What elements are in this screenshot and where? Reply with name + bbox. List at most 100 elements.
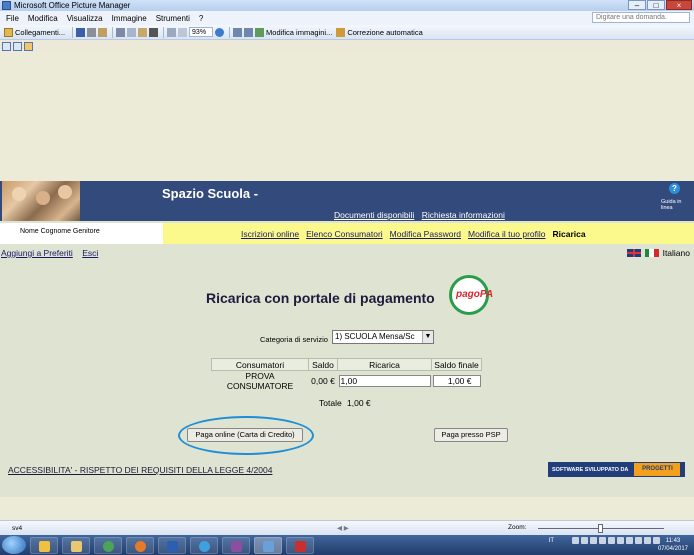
nav-change-password[interactable]: Modifica Password: [390, 229, 461, 239]
nav-consumers-list[interactable]: Elenco Consumatori: [306, 229, 383, 239]
tray-icon[interactable]: [572, 537, 579, 544]
thumbnail-view-icon[interactable]: [2, 41, 11, 51]
single-picture-view-icon[interactable]: [24, 41, 33, 51]
delete-icon[interactable]: [149, 27, 159, 37]
page-heading: Ricarica con portale di pagamento: [206, 290, 435, 306]
total-value: 1,00 €: [347, 398, 371, 408]
menu-file[interactable]: File: [6, 14, 19, 23]
undo-icon[interactable]: [167, 27, 177, 37]
menu-strumenti[interactable]: Strumenti: [156, 14, 190, 23]
menu-help[interactable]: ?: [199, 14, 203, 23]
email-icon[interactable]: [98, 27, 108, 37]
tray-icon[interactable]: [635, 537, 642, 544]
taskbar-acrobat-icon[interactable]: [286, 536, 314, 554]
english-flag-icon[interactable]: [626, 249, 641, 257]
cut-icon[interactable]: [116, 27, 126, 37]
toolbar-separator: [163, 26, 165, 38]
menu-bar: File Modifica Visualizza Immagine Strume…: [0, 11, 694, 25]
recharge-cell: 1,00: [338, 371, 432, 392]
logout-link[interactable]: Esci: [82, 248, 98, 258]
clock-date: 07/04/2017: [657, 546, 688, 552]
chevron-down-icon: ▼: [422, 331, 433, 343]
final-balance-cell: 1,00 €: [432, 371, 482, 392]
documents-link[interactable]: Documenti disponibili: [334, 210, 414, 220]
accessibility-link[interactable]: ACCESSIBILITA' - RISPETTO DEI REQUISITI …: [8, 465, 272, 475]
help-icon[interactable]: ?: [669, 183, 680, 194]
zoom-label: Zoom:: [508, 524, 527, 531]
edit-images-button[interactable]: Modifica immagini...: [255, 26, 332, 38]
taskbar-chrome-icon[interactable]: [94, 536, 122, 554]
taskbar-picture-manager-icon[interactable]: [254, 536, 282, 554]
site-title: Spazio Scuola -: [162, 186, 259, 201]
zoom-help-icon[interactable]: [215, 27, 225, 37]
rotate-left-icon[interactable]: [233, 27, 243, 37]
main-nav: Iscrizioni online Elenco Consumatori Mod…: [163, 223, 694, 244]
category-select[interactable]: 1) SCUOLA Mensa/Sc ▼: [332, 330, 434, 344]
paste-icon[interactable]: [138, 27, 148, 37]
toolbar-separator: [72, 26, 74, 38]
tray-icon[interactable]: [617, 537, 624, 544]
picture-canvas: Spazio Scuola - Documenti disponibili Ri…: [0, 52, 694, 520]
recharge-input[interactable]: 1,00: [338, 375, 431, 387]
close-button[interactable]: ×: [666, 0, 692, 10]
taskbar-winrar-icon[interactable]: [222, 536, 250, 554]
consumer-balance: 0,00 €: [311, 376, 335, 386]
pagopa-logo-text: pagoPA: [456, 289, 494, 300]
tray-icon[interactable]: [599, 537, 606, 544]
rotate-right-icon[interactable]: [244, 27, 254, 37]
info-request-link[interactable]: Richiesta informazioni: [422, 210, 505, 220]
menu-immagine[interactable]: Immagine: [112, 14, 147, 23]
nav-edit-profile[interactable]: Modifica il tuo profilo: [468, 229, 545, 239]
tray-icon[interactable]: [581, 537, 588, 544]
category-value: 1) SCUOLA Mensa/Sc: [335, 332, 415, 341]
window-title: Microsoft Office Picture Manager: [14, 1, 131, 10]
save-icon[interactable]: [76, 27, 86, 37]
toolbar: Collegamenti... 93% Modifica immagini...…: [0, 25, 694, 40]
tray-icon[interactable]: [626, 537, 633, 544]
prev-next-arrows-icon[interactable]: ◀ ▶: [337, 524, 349, 532]
language-label: Italiano: [662, 248, 690, 258]
maximize-button[interactable]: □: [647, 0, 665, 10]
window-titlebar: Microsoft Office Picture Manager – □ ×: [0, 0, 694, 11]
help-search-input[interactable]: Digitare una domanda.: [592, 12, 690, 23]
start-button[interactable]: [2, 536, 26, 554]
clock[interactable]: 11:43 07/04/2017: [658, 537, 688, 553]
autocorrect-button[interactable]: Correzione automatica: [336, 26, 423, 38]
print-icon[interactable]: [87, 27, 97, 37]
tray-icon[interactable]: [590, 537, 597, 544]
pay-psp-button[interactable]: Paga presso PSP: [434, 428, 508, 442]
help-label: Guida in linea: [661, 199, 682, 211]
filmstrip-view-icon[interactable]: [13, 41, 22, 51]
taskbar-firefox-icon[interactable]: [126, 536, 154, 554]
minimize-button[interactable]: –: [628, 0, 646, 10]
zoom-slider-thumb[interactable]: [598, 524, 603, 533]
sub-links: Aggiungi a Preferiti Esci Italiano: [0, 248, 694, 260]
taskbar-outlook-icon[interactable]: [30, 536, 58, 554]
toolbar-separator: [112, 26, 114, 38]
shortcuts-label: Collegamenti...: [15, 27, 66, 37]
taskbar-explorer-icon[interactable]: [62, 536, 90, 554]
redo-icon[interactable]: [178, 27, 188, 37]
tray-icon[interactable]: [608, 537, 615, 544]
windows-taskbar: IT 11:43 07/04/2017: [0, 535, 694, 555]
software-badge[interactable]: SOFTWARE SVILUPPATO DA PROGETTI: [548, 462, 685, 477]
nav-online-enrollment[interactable]: Iscrizioni online: [241, 229, 299, 239]
input-language[interactable]: IT: [549, 538, 554, 544]
taskbar-word-icon[interactable]: [158, 536, 186, 554]
category-label: Categoria di servizio: [260, 335, 328, 344]
column-header: Saldo: [308, 358, 338, 371]
column-header: Consumatori: [211, 358, 309, 371]
copy-icon[interactable]: [127, 27, 137, 37]
volume-icon[interactable]: [644, 537, 651, 544]
italian-flag-icon[interactable]: [644, 249, 659, 257]
final-balance: 1,00 €: [432, 375, 481, 387]
shortcuts-icon: [4, 27, 13, 37]
taskbar-ie-icon[interactable]: [190, 536, 218, 554]
progetti-logo: PROGETTI: [634, 463, 681, 476]
shortcuts-button[interactable]: Collegamenti...: [4, 26, 65, 38]
menu-modifica[interactable]: Modifica: [28, 14, 58, 23]
menu-visualizza[interactable]: Visualizza: [67, 14, 103, 23]
zoom-select[interactable]: 93%: [189, 27, 214, 37]
status-bar: sv4 ◀ ▶ Zoom:: [0, 520, 694, 535]
add-favorites-link[interactable]: Aggiungi a Preferiti: [1, 248, 73, 258]
